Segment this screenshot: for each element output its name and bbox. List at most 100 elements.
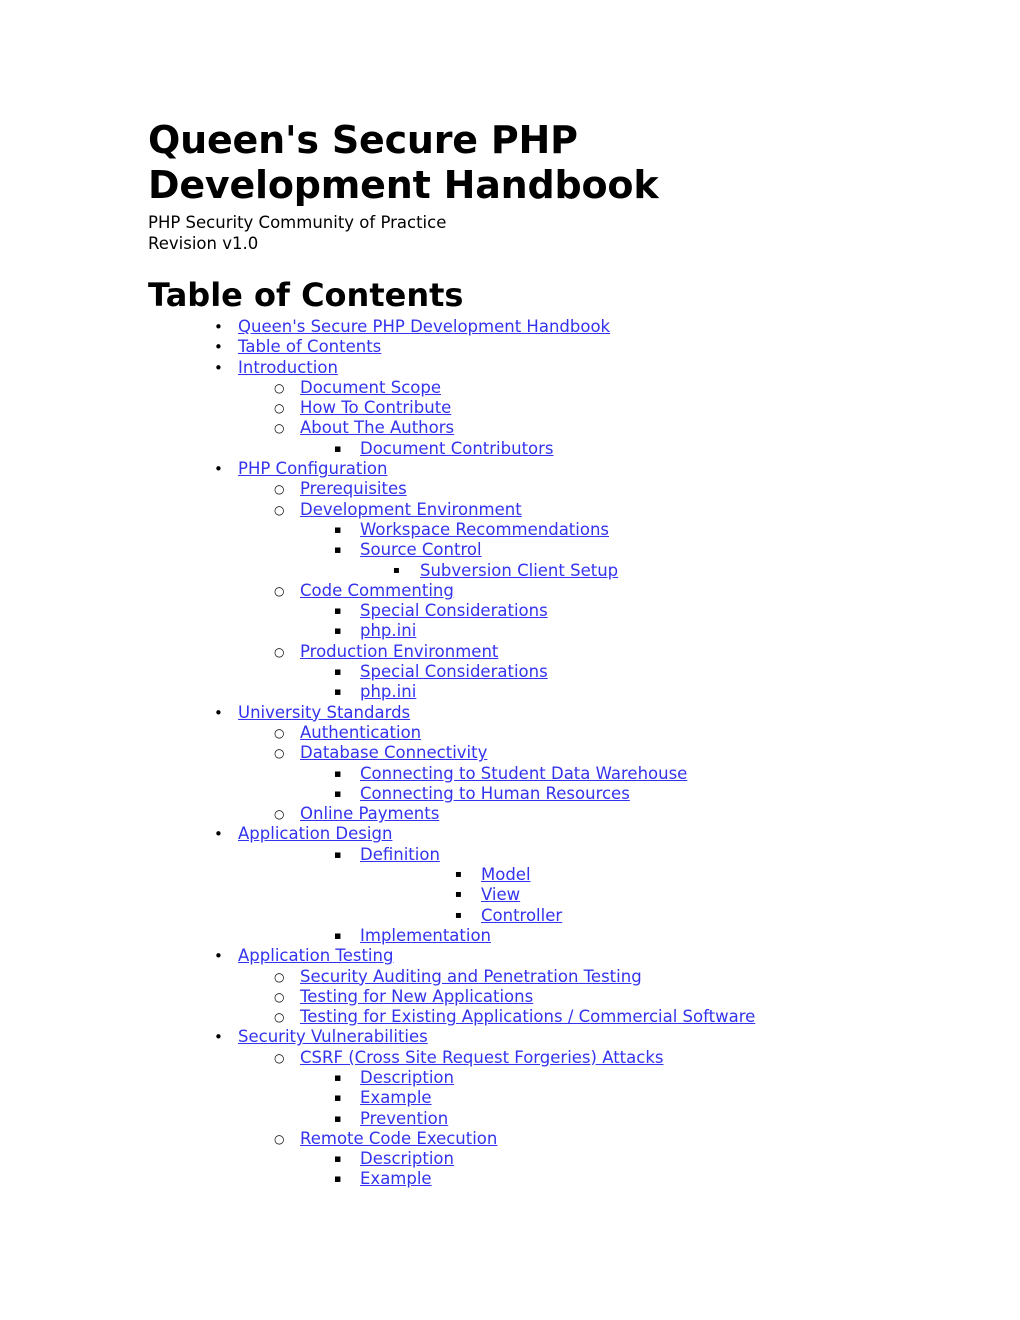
toc-entry: Example — [148, 1169, 908, 1189]
toc-entry: Application Testing — [148, 946, 908, 966]
toc-link[interactable]: Development Environment — [300, 500, 522, 520]
square-bullet-icon — [455, 885, 462, 905]
toc-entry: Production Environment — [148, 642, 908, 662]
toc-link[interactable]: Connecting to Student Data Warehouse — [360, 764, 687, 784]
square-bullet-icon — [334, 1169, 341, 1189]
toc-link[interactable]: Code Commenting — [300, 581, 454, 601]
disc-bullet-icon — [214, 703, 223, 723]
toc-entry: View — [148, 885, 908, 905]
toc-link[interactable]: Table of Contents — [238, 337, 381, 357]
toc-link[interactable]: php.ini — [360, 621, 416, 641]
toc-entry: Special Considerations — [148, 662, 908, 682]
toc-link[interactable]: CSRF (Cross Site Request Forgeries) Atta… — [300, 1048, 663, 1068]
toc-entry: Online Payments — [148, 804, 908, 824]
toc-link[interactable]: Security Vulnerabilities — [238, 1027, 428, 1047]
square-bullet-icon — [334, 520, 341, 540]
toc-link[interactable]: Special Considerations — [360, 662, 548, 682]
circle-bullet-icon — [274, 743, 284, 763]
toc-link[interactable]: About The Authors — [300, 418, 454, 438]
toc-entry: Example — [148, 1088, 908, 1108]
circle-bullet-icon — [274, 418, 284, 438]
circle-bullet-icon — [274, 479, 284, 499]
toc-link[interactable]: Document Contributors — [360, 439, 554, 459]
toc-link[interactable]: Example — [360, 1169, 432, 1189]
square-bullet-icon — [334, 439, 341, 459]
toc-link[interactable]: How To Contribute — [300, 398, 451, 418]
toc-link[interactable]: Prerequisites — [300, 479, 407, 499]
toc-link[interactable]: Application Design — [238, 824, 392, 844]
toc-link[interactable]: Security Auditing and Penetration Testin… — [300, 967, 642, 987]
toc-entry: PHP Configuration — [148, 459, 908, 479]
document-subtitle-block: PHP Security Community of Practice Revis… — [148, 212, 908, 254]
toc-entry: Code Commenting — [148, 581, 908, 601]
toc-link[interactable]: Model — [481, 865, 531, 885]
toc-link[interactable]: Application Testing — [238, 946, 393, 966]
toc-entry: Prevention — [148, 1109, 908, 1129]
toc-entry: Description — [148, 1068, 908, 1088]
square-bullet-icon — [334, 1109, 341, 1129]
square-bullet-icon — [334, 926, 341, 946]
toc-entry: Authentication — [148, 723, 908, 743]
toc-entry: Development Environment — [148, 500, 908, 520]
document-revision: Revision v1.0 — [148, 234, 259, 253]
toc-link[interactable]: Online Payments — [300, 804, 439, 824]
toc-link[interactable]: php.ini — [360, 682, 416, 702]
disc-bullet-icon — [214, 358, 223, 378]
document-page: Queen's Secure PHP Development Handbook … — [0, 0, 1020, 1320]
square-bullet-icon — [334, 621, 341, 641]
square-bullet-icon — [393, 561, 400, 581]
square-bullet-icon — [334, 845, 341, 865]
toc-entry: Implementation — [148, 926, 908, 946]
toc-entry: Application Design — [148, 824, 908, 844]
toc-link[interactable]: Description — [360, 1149, 454, 1169]
toc-link[interactable]: Queen's Secure PHP Development Handbook — [238, 317, 610, 337]
toc-link[interactable]: View — [481, 885, 520, 905]
toc-link[interactable]: Testing for New Applications — [300, 987, 533, 1007]
square-bullet-icon — [334, 1149, 341, 1169]
toc-link[interactable]: Database Connectivity — [300, 743, 487, 763]
table-of-contents-list: Queen's Secure PHP Development HandbookT… — [148, 317, 908, 1190]
toc-link[interactable]: Document Scope — [300, 378, 441, 398]
table-of-contents-heading: Table of Contents — [148, 276, 464, 314]
toc-link[interactable]: Implementation — [360, 926, 491, 946]
square-bullet-icon — [334, 764, 341, 784]
toc-link[interactable]: University Standards — [238, 703, 410, 723]
toc-link[interactable]: Special Considerations — [360, 601, 548, 621]
toc-link[interactable]: Connecting to Human Resources — [360, 784, 630, 804]
toc-link[interactable]: Controller — [481, 906, 562, 926]
toc-link[interactable]: Definition — [360, 845, 440, 865]
toc-link[interactable]: Authentication — [300, 723, 421, 743]
toc-link[interactable]: Workspace Recommendations — [360, 520, 609, 540]
toc-link[interactable]: Production Environment — [300, 642, 498, 662]
circle-bullet-icon — [274, 1048, 284, 1068]
circle-bullet-icon — [274, 1129, 284, 1149]
toc-link[interactable]: Introduction — [238, 358, 338, 378]
square-bullet-icon — [334, 662, 341, 682]
toc-entry: Document Scope — [148, 378, 908, 398]
toc-link[interactable]: PHP Configuration — [238, 459, 387, 479]
toc-link[interactable]: Prevention — [360, 1109, 448, 1129]
toc-link[interactable]: Testing for Existing Applications / Comm… — [300, 1007, 755, 1027]
toc-entry: Source Control — [148, 540, 908, 560]
circle-bullet-icon — [274, 642, 284, 662]
toc-entry: CSRF (Cross Site Request Forgeries) Atta… — [148, 1048, 908, 1068]
toc-link[interactable]: Source Control — [360, 540, 482, 560]
toc-entry: Definition — [148, 845, 908, 865]
toc-entry: Connecting to Human Resources — [148, 784, 908, 804]
toc-link[interactable]: Subversion Client Setup — [420, 561, 618, 581]
square-bullet-icon — [334, 784, 341, 804]
toc-link[interactable]: Example — [360, 1088, 432, 1108]
toc-link[interactable]: Remote Code Execution — [300, 1129, 497, 1149]
toc-entry: Controller — [148, 906, 908, 926]
square-bullet-icon — [334, 601, 341, 621]
circle-bullet-icon — [274, 967, 284, 987]
toc-link[interactable]: Description — [360, 1068, 454, 1088]
document-subtitle: PHP Security Community of Practice — [148, 213, 447, 232]
circle-bullet-icon — [274, 723, 284, 743]
toc-entry: Document Contributors — [148, 439, 908, 459]
circle-bullet-icon — [274, 398, 284, 418]
circle-bullet-icon — [274, 378, 284, 398]
circle-bullet-icon — [274, 500, 284, 520]
toc-entry: Description — [148, 1149, 908, 1169]
toc-entry: Testing for Existing Applications / Comm… — [148, 1007, 908, 1027]
